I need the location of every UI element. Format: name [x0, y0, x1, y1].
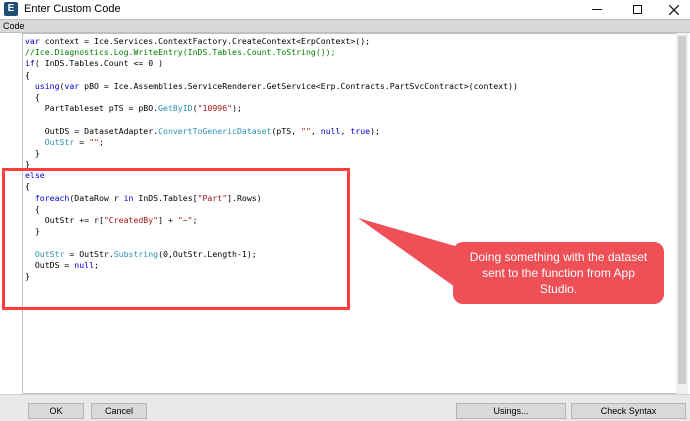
code-line: PartTableset pTS = pBO.GetByID("10996"); [25, 103, 518, 114]
code-token: } [25, 147, 40, 158]
app-logo-icon: E [4, 2, 18, 16]
code-token: "10996" [197, 103, 233, 114]
button-bar: OK Cancel Usings... Check Syntax [0, 394, 690, 421]
code-token: "" [301, 125, 311, 136]
maximize-icon [632, 5, 642, 14]
code-token: , [340, 125, 351, 136]
section-label: Code [3, 21, 25, 31]
callout-text: Doing something with the dataset sent to… [469, 250, 648, 296]
code-token: (pTS, [271, 125, 302, 136]
code-token: var [64, 80, 80, 91]
callout-bubble: Doing something with the dataset sent to… [453, 242, 664, 304]
code-token: = [74, 136, 90, 147]
code-token: ); [370, 125, 380, 136]
code-token: null [320, 125, 341, 136]
code-token: OutDS = DatasetAdapter. [25, 125, 159, 136]
minimize-icon [592, 9, 602, 10]
vertical-scrollbar[interactable] [676, 33, 688, 394]
code-line: OutDS = DatasetAdapter.ConvertToGenericD… [25, 126, 518, 137]
code-token: pBO = Ice.Assemblies.ServiceRenderer.Get… [79, 80, 518, 91]
highlight-annotation [2, 168, 350, 310]
code-token: , [310, 125, 321, 136]
code-token: var [25, 36, 40, 46]
code-line: //Ice.Diagnostics.Log.WriteEntry(InDS.Ta… [25, 47, 518, 58]
code-line: var context = Ice.Services.ContextFactor… [25, 36, 518, 47]
cancel-button[interactable]: Cancel [91, 403, 147, 419]
code-token: context = Ice.Services.ContextFactory.Cr… [39, 36, 371, 46]
code-token: ; [98, 136, 104, 147]
code-token: PartTableset pTS = pBO. [25, 103, 159, 114]
close-icon [669, 4, 679, 15]
code-token: ConvertToGenericDataset [158, 125, 272, 136]
code-token: ); [232, 103, 242, 114]
code-token: OutStr [44, 136, 75, 147]
code-line: { [25, 92, 518, 103]
code-token: { [25, 91, 40, 102]
code-line: OutStr = ""; [25, 137, 518, 148]
title-bar: E Enter Custom Code [0, 0, 690, 19]
ok-button[interactable]: OK [28, 403, 84, 419]
code-token: ( InDS.Tables.Count <= 0 ) [34, 58, 164, 69]
usings-button[interactable]: Usings... [456, 403, 566, 419]
code-token: if [25, 58, 35, 69]
maximize-button[interactable] [618, 0, 656, 19]
window-title: Enter Custom Code [24, 3, 121, 15]
code-section-header: Code [0, 19, 690, 33]
code-token: GetByID [158, 103, 193, 114]
check-syntax-button[interactable]: Check Syntax [571, 403, 686, 419]
code-token: "" [89, 136, 99, 147]
code-line: } [25, 148, 518, 159]
code-token: { [25, 69, 30, 80]
code-line: { [25, 70, 518, 81]
code-token: using [34, 80, 60, 91]
code-line: if( InDS.Tables.Count <= 0 ) [25, 58, 518, 69]
code-token: true [350, 125, 371, 136]
minimize-button[interactable] [578, 0, 616, 19]
code-line: using(var pBO = Ice.Assemblies.ServiceRe… [25, 81, 518, 92]
close-button[interactable] [655, 0, 690, 19]
code-token: //Ice.Diagnostics.Log.WriteEntry(InDS.Ta… [25, 47, 336, 58]
scrollbar-thumb[interactable] [678, 36, 686, 384]
